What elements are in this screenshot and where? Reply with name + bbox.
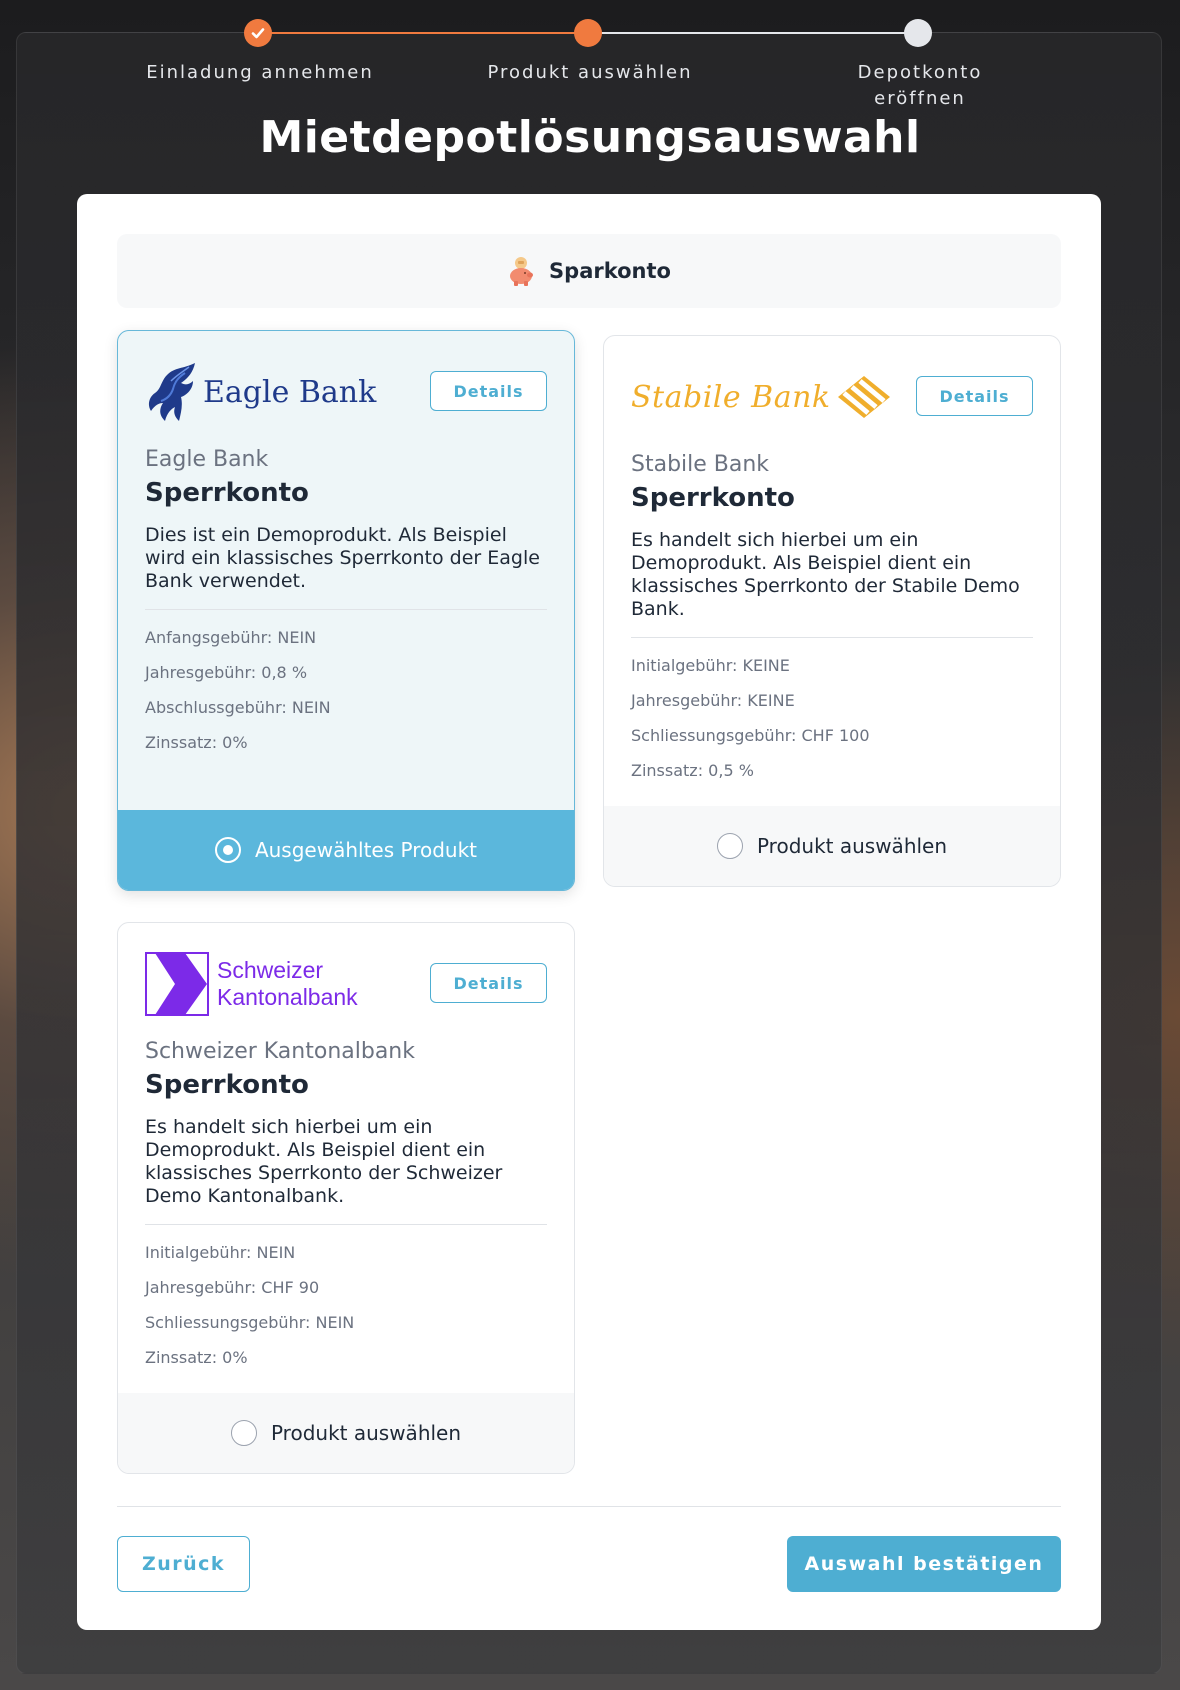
footer-divider [117,1506,1061,1507]
kantonalbank-logo-text: Schweizer Kantonalbank [217,957,358,1011]
step-3-pending [904,19,932,47]
details-button[interactable]: Details [916,376,1033,416]
bank-name: Schweizer Kantonalbank [145,1039,415,1064]
fee-annual: Jahresgebühr: 0,8 % [145,663,308,682]
product-card-schweizer-kantonalbank[interactable]: Schweizer Kantonalbank Details Schweizer… [117,922,575,1474]
category-label: Sparkonto [549,259,671,283]
select-product-toggle[interactable]: Produkt auswählen [604,806,1060,886]
fee-closing: Abschlussgebühr: NEIN [145,698,331,717]
select-label: Ausgewähltes Produkt [254,838,478,862]
select-product-toggle[interactable]: Produkt auswählen [118,1393,574,1473]
fee-closing: Schliessungsgebühr: NEIN [145,1313,355,1332]
fee-annual: Jahresgebühr: CHF 90 [145,1278,320,1297]
fee-interest: Zinssatz: 0,5 % [631,761,754,780]
radio-unselected[interactable] [230,1420,257,1446]
page-title: Mietdepotlösungsauswahl [259,112,921,163]
product-card-stabile-bank[interactable]: Stabile Bank Details Stabile Bank Sperrk… [603,335,1061,887]
fee-annual: Jahresgebühr: KEINE [631,691,795,710]
eagle-bank-logo-text: Eagle Bank [203,374,377,410]
product-name: Sperrkonto [145,1070,309,1100]
progress-stepper: Einladung annehmen Produkt auswählen Dep… [0,0,1180,120]
eagle-icon [148,363,195,421]
details-button[interactable]: Details [430,963,547,1003]
step-2-label: Produkt auswählen [487,62,693,83]
product-description: Es handelt sich hierbei um ein Demoprodu… [145,1116,547,1225]
step-3-label: Depotkonto eröffnen [857,62,983,109]
product-description: Es handelt sich hierbei um ein Demoprodu… [631,529,1033,638]
fee-initial: Initialgebühr: NEIN [145,1243,296,1262]
fee-initial: Initialgebühr: KEINE [631,656,790,675]
product-card-eagle-bank[interactable]: Eagle Bank Details Eagle Bank Sperrkonto… [117,330,575,891]
fee-initial: Anfangsgebühr: NEIN [145,628,317,647]
product-name: Sperrkonto [631,483,795,513]
fee-list: Initialgebühr: KEINE Jahresgebühr: KEINE… [631,638,1033,806]
piggy-bank-icon [510,257,534,286]
stepper-line-pending [588,32,918,34]
stepper-line-complete [258,32,588,34]
step-1-complete [244,19,272,47]
radio-unselected[interactable] [716,833,743,859]
category-tab-sparkonto[interactable]: Sparkonto [117,234,1061,308]
stabile-bank-logo-text: Stabile Bank [631,379,831,415]
fee-closing: Schliessungsgebühr: CHF 100 [631,726,870,745]
confirm-selection-button[interactable]: Auswahl bestätigen [787,1536,1061,1592]
back-button[interactable]: Zurück [117,1536,250,1592]
kantonalbank-logo-line-1: Schweizer [217,957,324,983]
product-description: Dies ist ein Demoprodukt. Als Beispiel w… [145,524,547,610]
kantonalbank-logo-line-2: Kantonalbank [217,984,358,1010]
step-1-label: Einladung annehmen [146,62,374,83]
step-2-active [574,19,602,47]
bank-name: Stabile Bank [631,452,770,477]
radio-selected[interactable] [214,837,241,863]
fee-interest: Zinssatz: 0% [145,1348,248,1367]
fee-list: Initialgebühr: NEIN Jahresgebühr: CHF 90… [145,1225,547,1393]
checkmark-icon [251,28,265,39]
stabile-diamond-icon [837,376,890,418]
fee-list: Anfangsgebühr: NEIN Jahresgebühr: 0,8 % … [145,610,547,778]
select-label: Produkt auswählen [270,1421,462,1445]
details-button[interactable]: Details [430,371,547,411]
select-label: Produkt auswählen [756,834,948,858]
product-name: Sperrkonto [145,478,309,508]
chevron-logo-icon [145,952,209,1016]
product-selection-panel: Sparkonto Eagle Bank Details Eagle Bank … [77,194,1101,1630]
bank-name: Eagle Bank [145,447,269,472]
fee-interest: Zinssatz: 0% [145,733,248,752]
select-product-toggle[interactable]: Ausgewähltes Produkt [118,810,574,890]
